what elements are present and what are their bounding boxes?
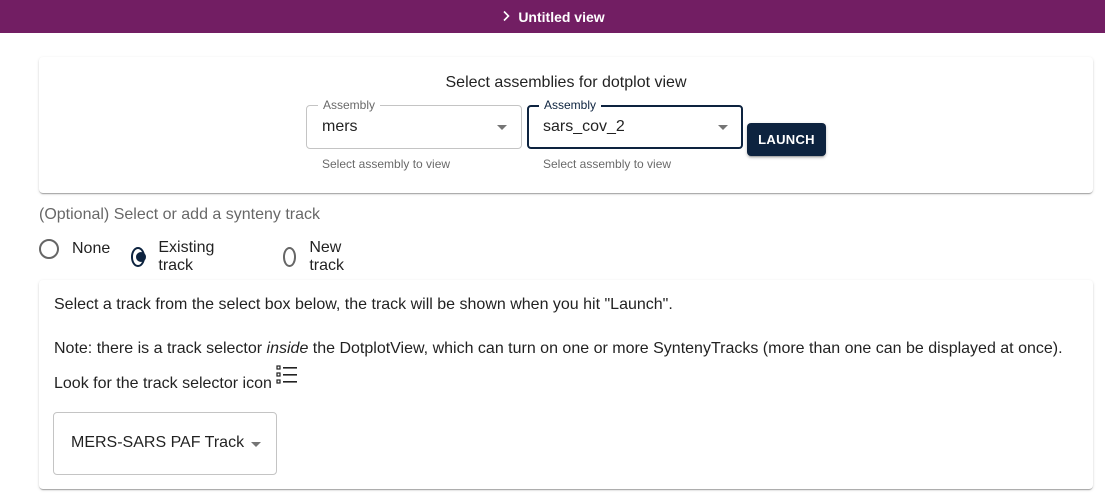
- radio-new-track[interactable]: New track: [283, 239, 351, 275]
- radio-circle-new-track[interactable]: [283, 247, 297, 267]
- track-note-prefix: Note: there is a track selector: [54, 340, 267, 357]
- track-note-emphasis: inside: [266, 340, 309, 357]
- chevron-right-icon[interactable]: [500, 10, 512, 22]
- format-list-bulleted-icon: [276, 365, 297, 384]
- assembly-select-2-value: sars_cov_2: [543, 118, 625, 135]
- caret-down-icon[interactable]: [497, 125, 507, 130]
- radio-circle-existing-track[interactable]: [131, 247, 147, 267]
- assembly-select-2-legend: Assembly: [539, 98, 602, 112]
- radio-existing-track-label[interactable]: Existing track: [158, 239, 220, 275]
- view-header: Untitled view: [0, 0, 1105, 33]
- track-select-card: Select a track from the select box below…: [39, 280, 1093, 489]
- radio-existing-track[interactable]: Existing track: [131, 239, 220, 275]
- assembly-select-2[interactable]: Assembly sars_cov_2: [527, 98, 743, 149]
- assembly-select-1-helper: Select assembly to view: [322, 157, 451, 171]
- track-select-value: MERS-SARS PAF Track: [71, 434, 245, 451]
- assembly-card-title: Select assemblies for dotplot view: [445, 74, 687, 91]
- view-title[interactable]: Untitled view: [518, 9, 604, 25]
- launch-button[interactable]: LAUNCH: [747, 123, 826, 156]
- radio-none-label[interactable]: None: [72, 240, 110, 258]
- assembly-select-1-value: mers: [322, 118, 358, 135]
- radio-circle-none[interactable]: [39, 239, 59, 259]
- radio-none[interactable]: None: [39, 239, 110, 259]
- track-select[interactable]: MERS-SARS PAF Track: [53, 412, 277, 475]
- track-instruction: Select a track from the select box below…: [54, 296, 673, 313]
- track-note: Note: there is a track selector inside t…: [54, 333, 1078, 399]
- caret-down-icon[interactable]: [718, 125, 728, 130]
- synteny-section-label: (Optional) Select or add a synteny track: [39, 206, 321, 223]
- assembly-select-1-legend: Assembly: [318, 98, 381, 112]
- radio-new-track-label[interactable]: New track: [309, 239, 350, 275]
- assembly-select-2-helper: Select assembly to view: [543, 157, 672, 171]
- caret-down-icon[interactable]: [251, 442, 261, 447]
- assembly-select-1[interactable]: Assembly mers: [306, 98, 522, 149]
